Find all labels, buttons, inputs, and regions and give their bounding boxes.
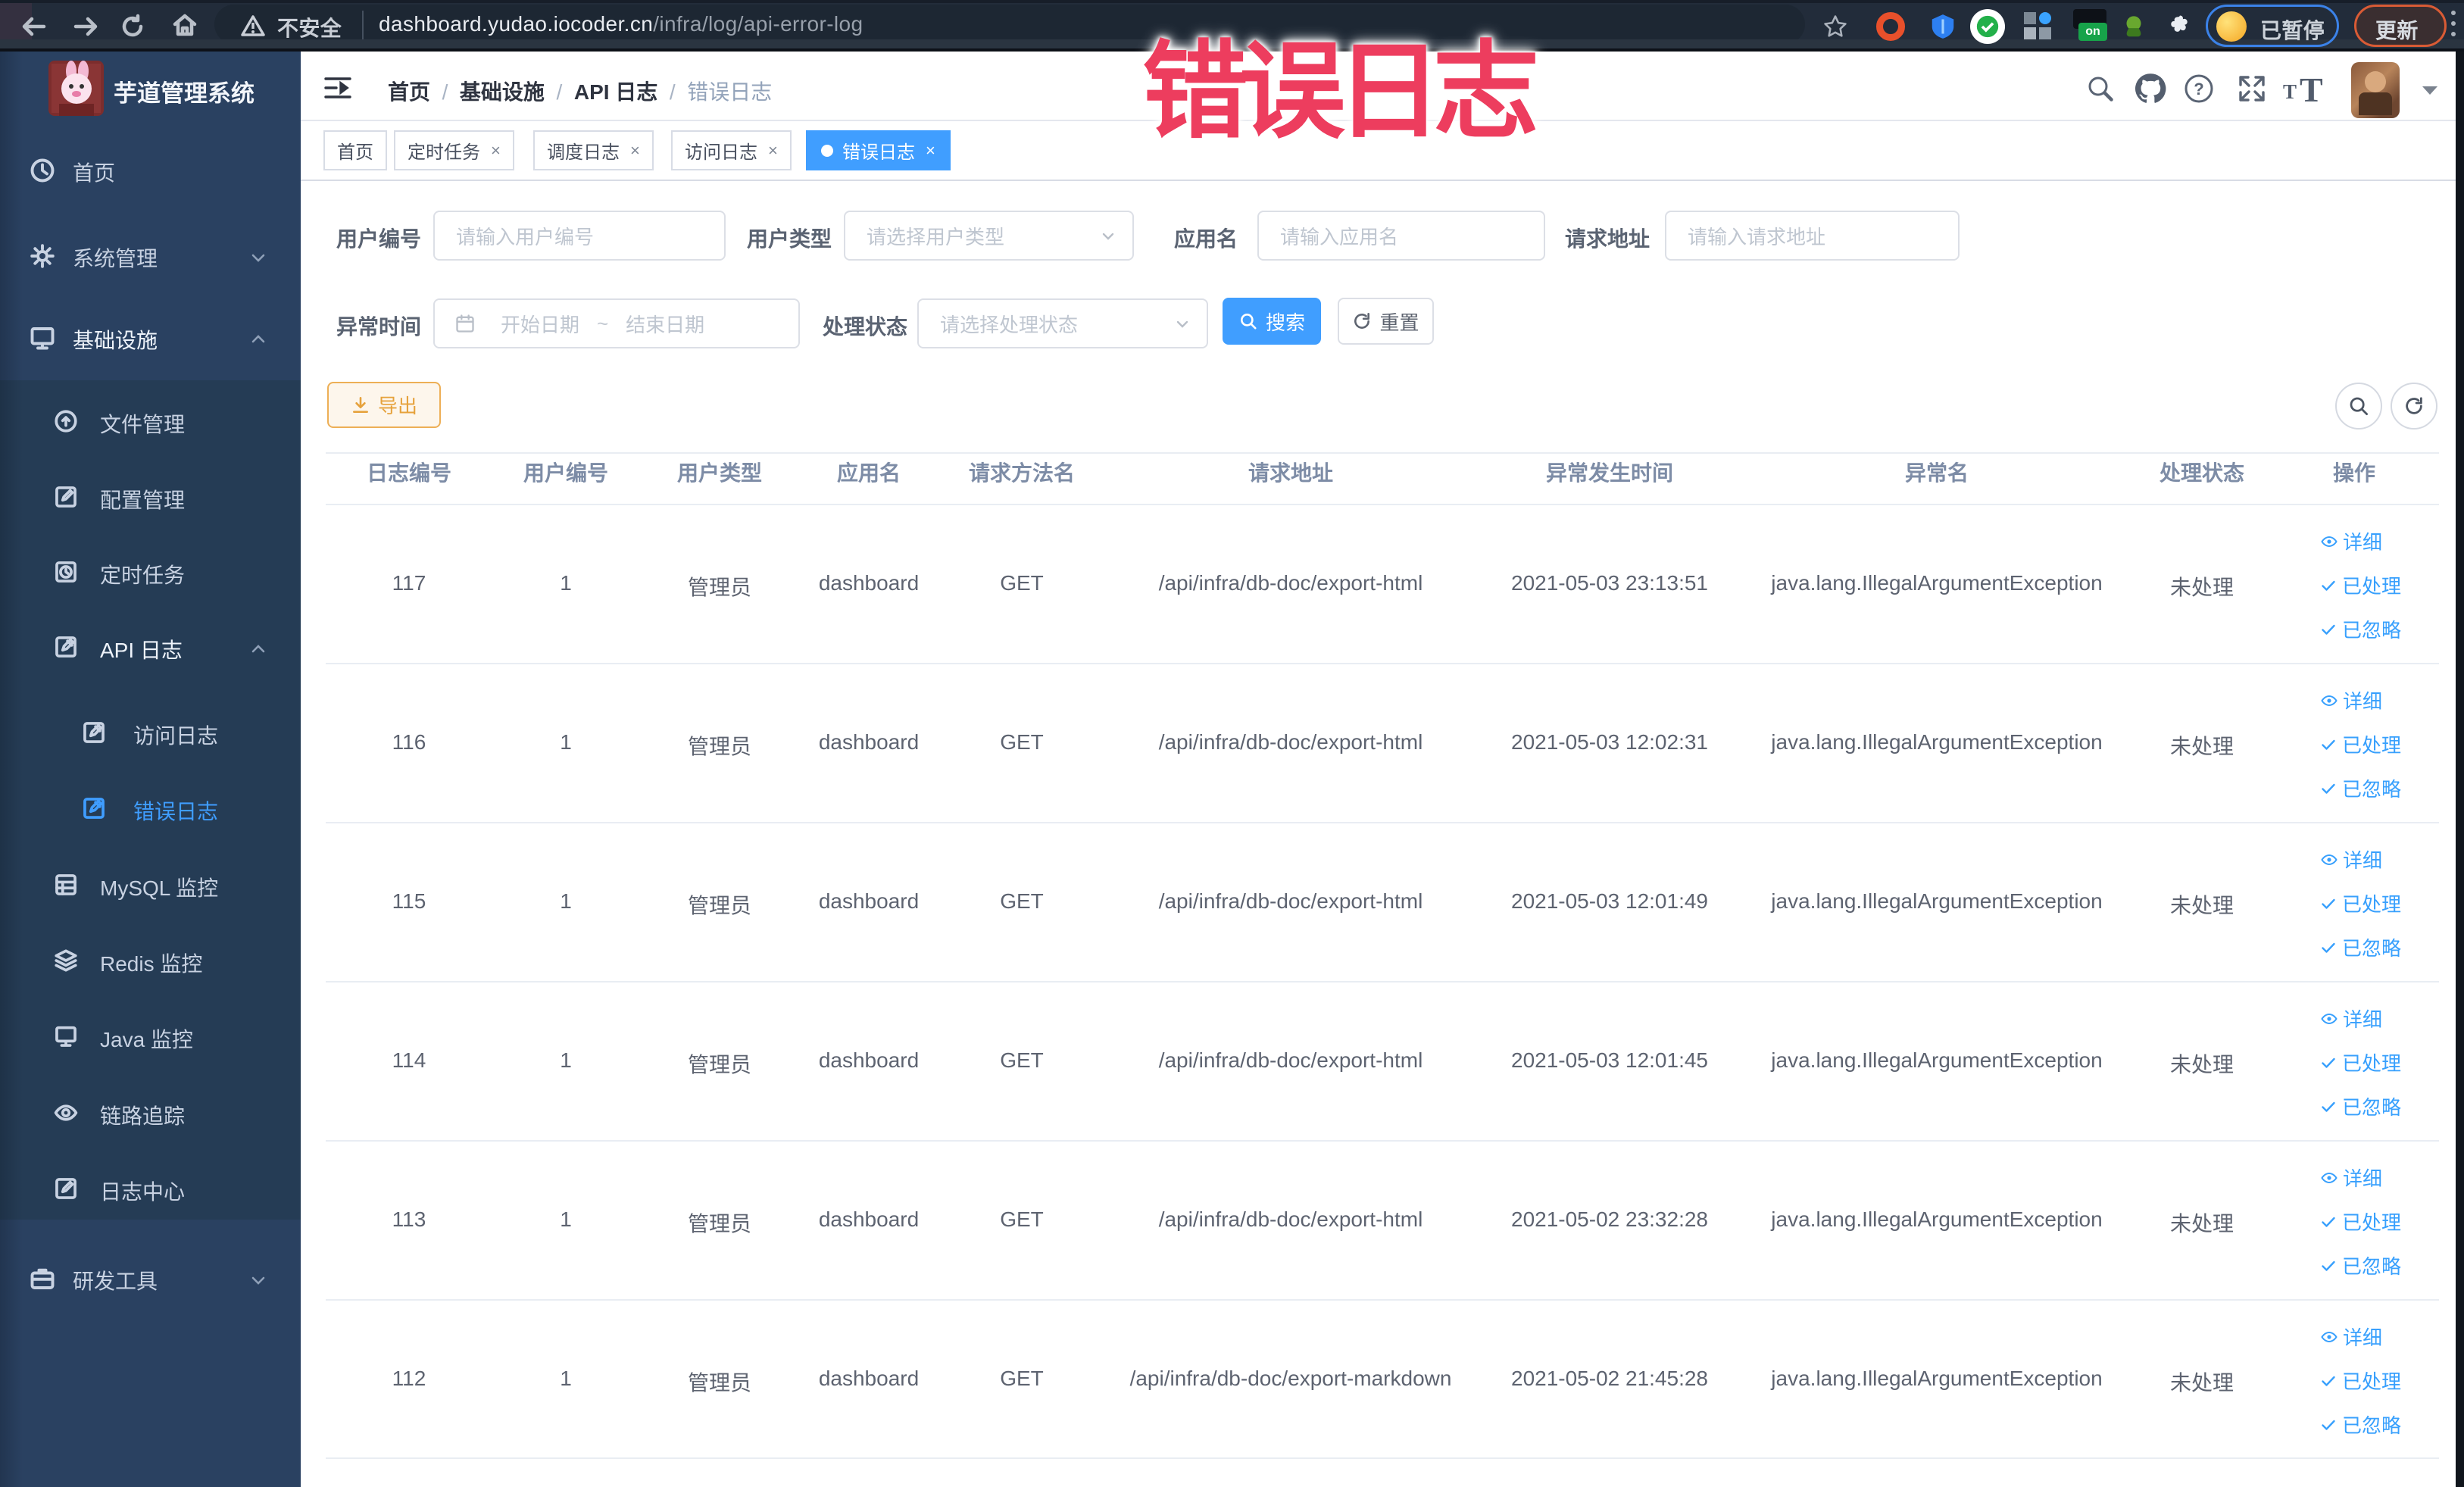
svg-text:?: ? <box>2194 80 2203 98</box>
